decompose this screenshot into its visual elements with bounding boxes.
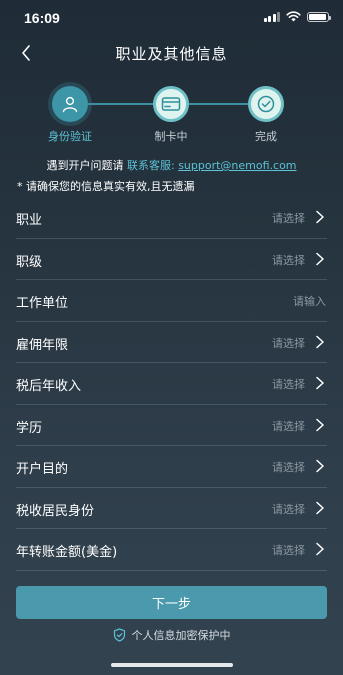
form-row-employment-years[interactable]: 雇佣年限 请选择	[16, 322, 327, 363]
row-label: 职级	[16, 254, 43, 270]
contact-service-label: 联系客服:	[126, 159, 175, 172]
privacy-text: 个人信息加密保护中	[131, 629, 231, 642]
employer-input[interactable]: 请输入	[293, 293, 326, 309]
contact-info: 遇到开户问题请 联系客服: support@nemofi.com	[0, 157, 343, 173]
row-label: 税收居民身份	[16, 503, 95, 519]
row-label: 雇佣年限	[16, 337, 69, 353]
chevron-right-icon	[316, 376, 324, 390]
step-1-circle	[52, 86, 88, 122]
battery-icon	[307, 11, 331, 22]
form-row-account-purpose[interactable]: 开户目的 请选择	[16, 446, 327, 488]
row-placeholder: 请选择	[272, 336, 305, 350]
step-1-label: 身份验证	[48, 130, 92, 143]
user-icon	[62, 96, 78, 113]
support-email-link[interactable]: support@nemofi.com	[178, 159, 296, 172]
chevron-right-icon	[316, 501, 324, 514]
chevron-right-icon	[316, 459, 324, 473]
chevron-right-icon	[316, 252, 324, 265]
status-time: 16:09	[24, 10, 60, 26]
progress-steps: 身份验证 制卡中 完成	[0, 84, 343, 148]
row-label: 学历	[16, 420, 43, 436]
row-label: 税后年收入	[16, 379, 82, 394]
row-placeholder: 请选择	[272, 378, 305, 391]
form-row-annual-transfer[interactable]: 年转账金额(美金) 请选择	[16, 529, 327, 571]
step-2-label: 制卡中	[154, 130, 188, 143]
form-row-education[interactable]: 学历 请选择	[16, 405, 327, 446]
step-connector	[188, 103, 248, 105]
card-icon	[161, 97, 181, 111]
form-row-tax-residency[interactable]: 税收居民身份 请选择	[16, 488, 327, 529]
row-placeholder: 请选择	[272, 419, 305, 433]
page-title: 职业及其他信息	[115, 45, 228, 63]
row-label: 职业	[16, 213, 43, 228]
row-placeholder: 请选择	[272, 461, 305, 474]
occupation-form: 职业 请选择 职级 请选择 工作单位 请输入 雇佣年限 请选择 税后年收入 请选…	[16, 197, 327, 571]
form-row-employer[interactable]: 工作单位 请输入	[16, 280, 327, 322]
step-3-circle	[248, 86, 284, 122]
nav-bar: 职业及其他信息	[0, 38, 343, 68]
form-row-job-level[interactable]: 职级 请选择	[16, 239, 327, 280]
row-placeholder: 请选择	[272, 502, 305, 516]
shield-check-icon	[113, 628, 125, 642]
chevron-right-icon	[316, 542, 324, 556]
form-row-occupation[interactable]: 职业 请选择	[16, 197, 327, 239]
info-notice: * 请确保您的信息真实有效,且无遗漏	[17, 180, 195, 193]
step-connector	[88, 103, 156, 105]
chevron-right-icon	[316, 335, 324, 348]
next-button[interactable]: 下一步	[16, 586, 327, 619]
row-label: 开户目的	[16, 462, 69, 477]
signal-icon	[263, 11, 280, 22]
status-bar: 16:09	[0, 0, 343, 38]
home-indicator	[111, 663, 233, 667]
chevron-right-icon	[316, 418, 324, 431]
wifi-icon	[286, 11, 301, 22]
status-icons	[263, 11, 331, 22]
row-placeholder: 请选择	[272, 212, 305, 225]
row-label: 年转账金额(美金)	[16, 545, 118, 560]
row-placeholder: 请选择	[272, 253, 305, 267]
contact-prefix: 遇到开户问题请	[46, 159, 124, 172]
step-2-circle	[153, 86, 189, 122]
row-label: 工作单位	[16, 296, 69, 311]
privacy-note: 个人信息加密保护中	[0, 627, 343, 643]
row-placeholder: 请选择	[272, 544, 305, 557]
form-row-annual-income[interactable]: 税后年收入 请选择	[16, 363, 327, 405]
chevron-right-icon	[316, 210, 324, 224]
check-icon	[257, 95, 275, 113]
step-3-label: 完成	[255, 130, 277, 143]
